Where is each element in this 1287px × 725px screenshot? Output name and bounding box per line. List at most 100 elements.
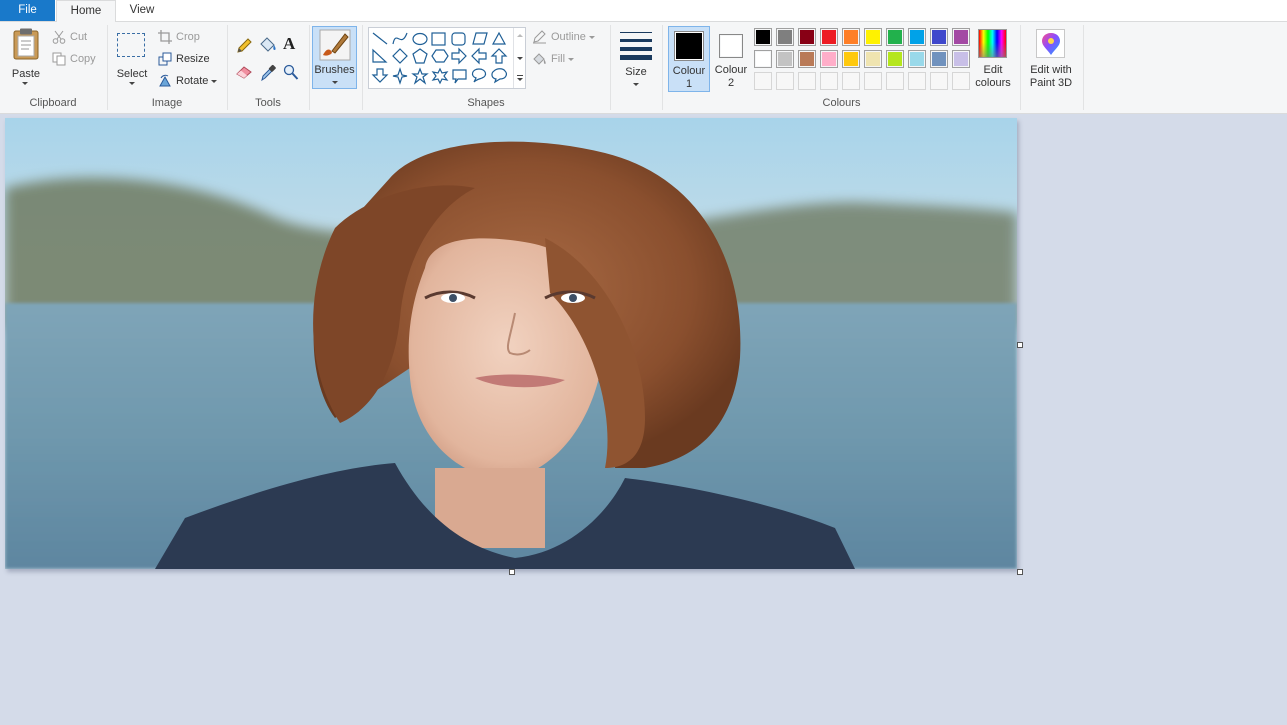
select-button[interactable]: Select xyxy=(112,25,152,91)
expand-gallery-icon[interactable] xyxy=(517,75,523,76)
colour1-button[interactable]: Colour 1 xyxy=(668,26,710,92)
rotate-icon xyxy=(159,74,171,87)
paste-button[interactable]: Paste xyxy=(5,25,47,91)
resize-handle-bottom[interactable] xyxy=(509,569,515,575)
palette-swatch[interactable] xyxy=(864,50,882,68)
colour1-label-line1: Colour xyxy=(672,65,706,77)
edit-with-paint3d-button[interactable]: Edit with Paint 3D xyxy=(1024,26,1078,92)
palette-swatch-colour xyxy=(888,52,902,66)
edit-colours-button[interactable]: Edit colours xyxy=(973,26,1013,92)
palette-swatch-colour xyxy=(844,30,858,44)
palette-swatch-empty[interactable] xyxy=(842,72,860,90)
palette-swatch[interactable] xyxy=(820,28,838,46)
colour1-swatch-frame xyxy=(674,31,704,61)
palette-swatch[interactable] xyxy=(930,28,948,46)
group-divider xyxy=(1020,25,1021,110)
brush-icon xyxy=(319,29,351,61)
fill-label: Fill xyxy=(551,53,566,65)
scroll-up-icon[interactable] xyxy=(517,34,523,37)
select-label: Select xyxy=(116,68,148,80)
six-point-star-shape-icon xyxy=(431,67,449,85)
crop-label: Crop xyxy=(176,31,200,43)
palette-swatch[interactable] xyxy=(930,50,948,68)
palette-swatch-colour xyxy=(778,52,792,66)
rotate-button[interactable]: Rotate xyxy=(158,72,218,90)
tab-view[interactable]: View xyxy=(116,0,168,21)
palette-swatch-empty[interactable] xyxy=(930,72,948,90)
text-icon[interactable]: A xyxy=(283,34,295,54)
scroll-down-icon[interactable] xyxy=(517,57,523,60)
brushes-button[interactable]: Brushes xyxy=(312,26,357,89)
fill-button[interactable]: Fill xyxy=(532,50,575,68)
palette-swatch[interactable] xyxy=(886,28,904,46)
palette-swatch[interactable] xyxy=(776,50,794,68)
polygon-shape-icon xyxy=(472,32,488,45)
outline-button[interactable]: Outline xyxy=(532,28,595,46)
crop-button[interactable]: Crop xyxy=(158,28,200,46)
palette-swatch[interactable] xyxy=(820,50,838,68)
resize-handle-corner[interactable] xyxy=(1017,569,1023,575)
cut-button[interactable]: Cut xyxy=(52,28,87,46)
palette-swatch[interactable] xyxy=(776,28,794,46)
magnifier-icon[interactable] xyxy=(283,64,299,81)
palette-swatch[interactable] xyxy=(908,28,926,46)
clipboard-icon xyxy=(13,28,39,60)
colour2-label-line1: Colour xyxy=(714,64,748,76)
copy-button[interactable]: Copy xyxy=(52,50,96,68)
group-divider xyxy=(1083,25,1084,110)
expand-gallery-arrow-icon xyxy=(517,78,523,81)
palette-swatch-empty[interactable] xyxy=(864,72,882,90)
tab-file[interactable]: File xyxy=(0,0,55,21)
fill-icon[interactable] xyxy=(258,36,278,54)
palette-swatch-empty[interactable] xyxy=(908,72,926,90)
palette-swatch-empty[interactable] xyxy=(820,72,838,90)
palette-swatch-colour xyxy=(756,52,770,66)
palette-swatch-empty[interactable] xyxy=(754,72,772,90)
palette-swatch[interactable] xyxy=(952,50,970,68)
chevron-down-icon xyxy=(332,81,338,84)
shapes-scrollbar[interactable] xyxy=(513,28,526,88)
resize-button[interactable]: Resize xyxy=(158,50,210,68)
palette-swatch-empty[interactable] xyxy=(798,72,816,90)
palette-swatch-colour xyxy=(822,52,836,66)
eraser-icon[interactable] xyxy=(235,64,253,80)
down-arrow-shape-icon xyxy=(371,68,389,83)
palette-swatch-colour xyxy=(932,30,946,44)
tab-home[interactable]: Home xyxy=(56,0,116,23)
palette-swatch-colour xyxy=(888,30,902,44)
paste-label: Paste xyxy=(11,68,41,80)
right-arrow-shape-icon xyxy=(451,47,467,65)
resize-handle-right[interactable] xyxy=(1017,342,1023,348)
rotate-label: Rotate xyxy=(176,75,209,87)
rectangular-callout-shape-icon xyxy=(452,69,467,84)
fill-bucket-icon xyxy=(533,53,546,65)
colour2-button[interactable]: Colour 2 xyxy=(711,26,751,92)
size-button[interactable]: Size xyxy=(614,26,658,90)
palette-swatch[interactable] xyxy=(754,28,772,46)
colours-group-label: Colours xyxy=(822,97,861,109)
palette-swatch[interactable] xyxy=(952,28,970,46)
palette-swatch[interactable] xyxy=(842,50,860,68)
drawing-canvas[interactable] xyxy=(5,118,1017,569)
pencil-icon[interactable] xyxy=(235,37,253,55)
palette-swatch[interactable] xyxy=(754,50,772,68)
portrait-photo xyxy=(5,118,1017,569)
palette-swatch[interactable] xyxy=(864,28,882,46)
palette-swatch[interactable] xyxy=(798,50,816,68)
colour-picker-icon[interactable] xyxy=(260,64,276,82)
size-line-3 xyxy=(620,47,652,51)
palette-swatch-empty[interactable] xyxy=(776,72,794,90)
palette-swatch-empty[interactable] xyxy=(886,72,904,90)
five-point-star-shape-icon xyxy=(411,67,429,85)
palette-swatch-empty[interactable] xyxy=(952,72,970,90)
palette-swatch[interactable] xyxy=(842,28,860,46)
size-label: Size xyxy=(625,66,647,78)
palette-swatch[interactable] xyxy=(908,50,926,68)
hexagon-shape-icon xyxy=(431,49,449,63)
triangle-shape-icon xyxy=(491,31,507,45)
palette-swatch[interactable] xyxy=(798,28,816,46)
ribbon-tabs: File Home View xyxy=(0,0,1287,23)
oval-callout-shape-icon xyxy=(471,68,487,83)
palette-swatch[interactable] xyxy=(886,50,904,68)
paint3d-icon-frame xyxy=(1036,29,1065,58)
